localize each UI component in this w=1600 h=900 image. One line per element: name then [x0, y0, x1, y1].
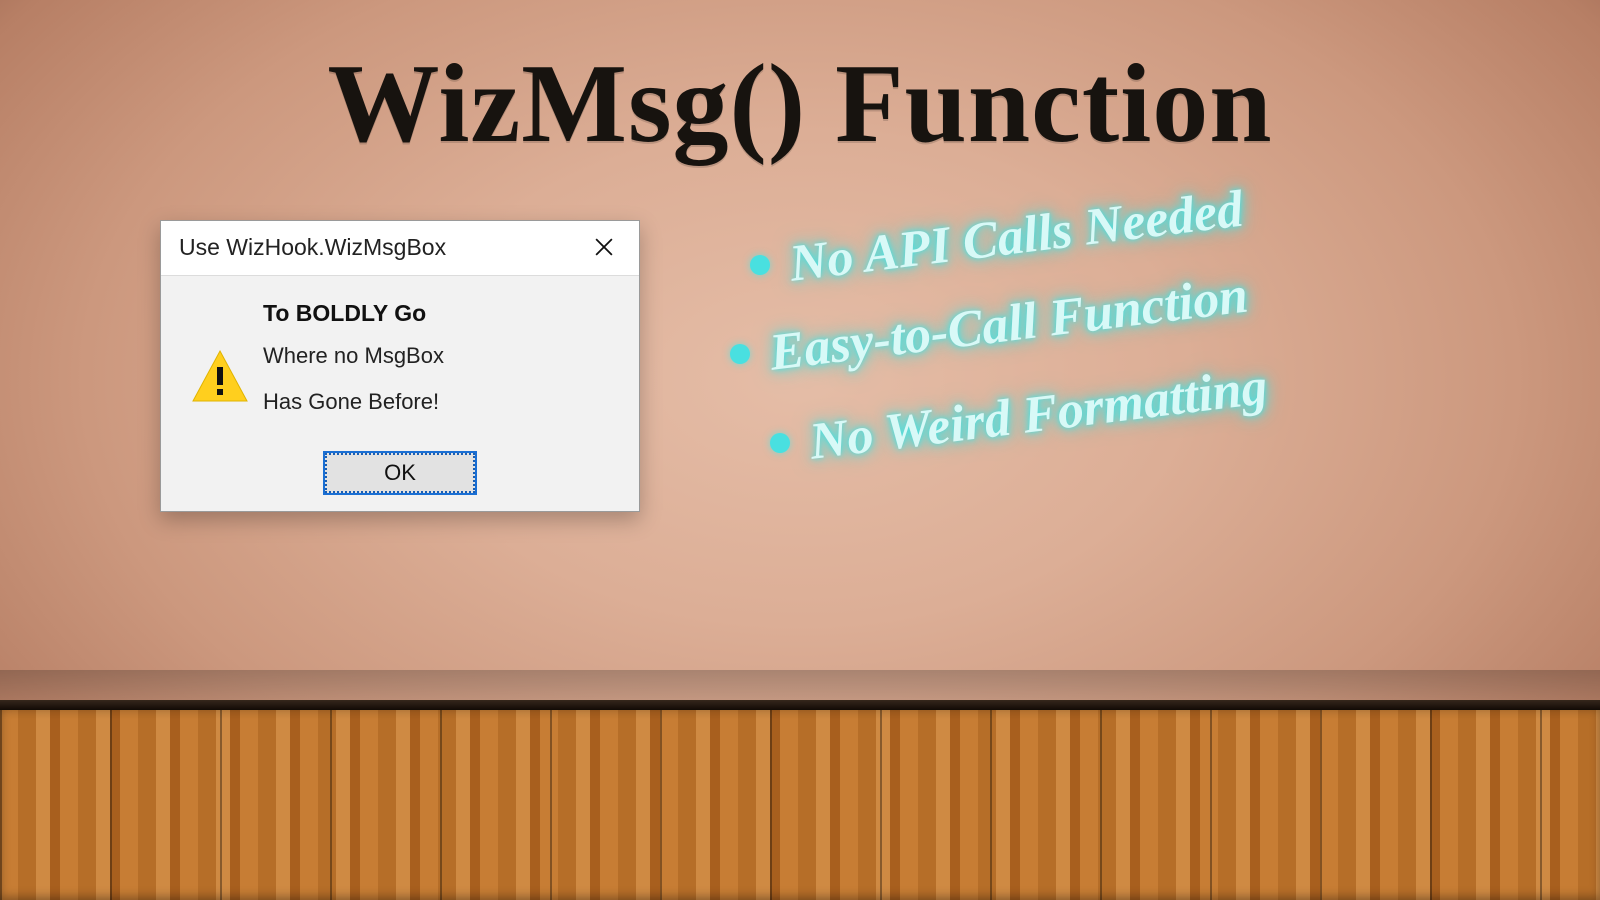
message-box-titlebar: Use WizHook.WizMsgBox: [161, 221, 639, 276]
message-box-body: To BOLDLY Go Where no MsgBox Has Gone Be…: [161, 276, 639, 447]
bullet-icon: [770, 433, 790, 453]
bullet-icon: [730, 344, 750, 364]
message-line-2: Has Gone Before!: [263, 389, 621, 415]
bullet-list: No API Calls Needed Easy-to-Call Functio…: [720, 235, 1540, 502]
slide-title: WizMsg() Function: [0, 40, 1600, 169]
list-item: No Weird Formatting: [770, 413, 1540, 472]
close-button[interactable]: [581, 231, 627, 263]
message-box-text: To BOLDLY Go Where no MsgBox Has Gone Be…: [257, 298, 621, 435]
message-box-title-text: Use WizHook.WizMsgBox: [179, 234, 446, 261]
message-box: Use WizHook.WizMsgBox To BOLDLY Go Where…: [160, 220, 640, 512]
baseboard: [0, 700, 1600, 710]
wood-floor: [0, 710, 1600, 900]
bullet-icon: [750, 255, 770, 275]
ok-button[interactable]: OK: [325, 453, 475, 493]
slide-stage: WizMsg() Function Use WizHook.WizMsgBox: [0, 0, 1600, 900]
message-bold-line: To BOLDLY Go: [263, 300, 621, 327]
warning-icon: [183, 298, 257, 435]
message-line-1: Where no MsgBox: [263, 343, 621, 369]
message-box-footer: OK: [161, 447, 639, 511]
close-icon: [595, 238, 613, 256]
